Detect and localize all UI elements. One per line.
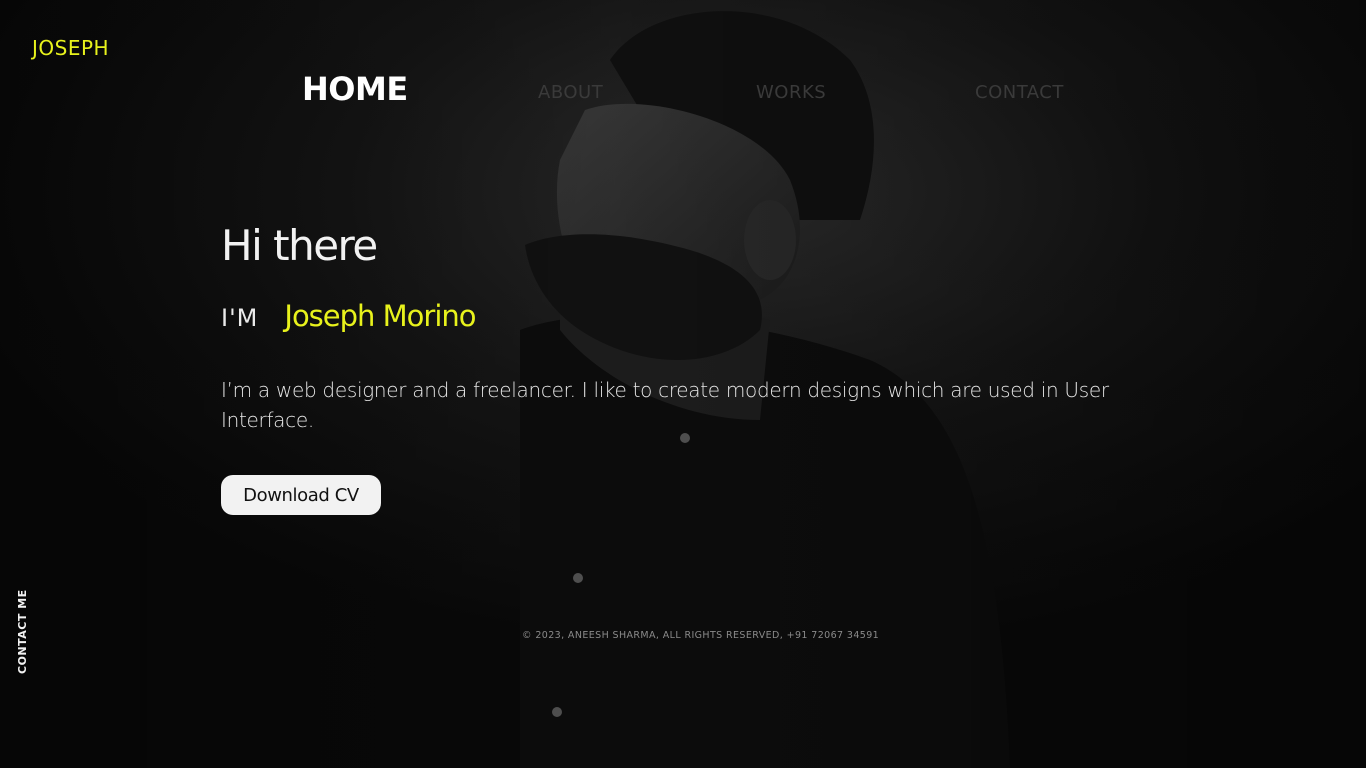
hero-iam-prefix: I'M: [221, 304, 259, 332]
nav-item-home[interactable]: HOME: [302, 70, 408, 108]
nav-item-about[interactable]: ABOUT: [538, 82, 603, 103]
download-cv-button[interactable]: Download CV: [221, 475, 381, 515]
footer-copyright: © 2023, ANEESH SHARMA, ALL RIGHTS RESERV…: [522, 630, 880, 641]
main-nav: HOME ABOUT WORKS CONTACT: [0, 0, 1366, 140]
nav-item-contact[interactable]: CONTACT: [975, 82, 1064, 103]
contact-me-link[interactable]: CONTACT ME: [16, 589, 29, 674]
hero-bio: I’m a web designer and a freelancer. I l…: [221, 378, 1109, 432]
nav-item-works[interactable]: WORKS: [756, 82, 826, 103]
page: JOSEPH HOME ABOUT WORKS CONTACT Hi there…: [0, 0, 1366, 768]
hero-greeting: Hi there: [221, 221, 378, 270]
hero-name: Joseph Morino: [284, 299, 476, 333]
hero-section: Hi there I'M Joseph Morino I’m a web des…: [221, 215, 1141, 515]
hero-intro-row: I'M Joseph Morino: [221, 299, 1141, 333]
